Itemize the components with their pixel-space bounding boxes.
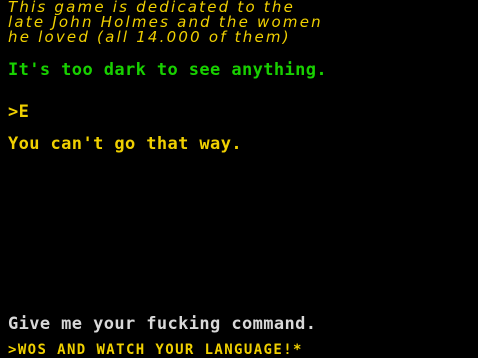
command-input-line[interactable]: >WOS AND WATCH YOUR LANGUAGE!*: [8, 342, 303, 358]
room-description: It's too dark to see anything.: [8, 60, 328, 80]
dedication-line-3: he loved (all 14.000 of them): [8, 28, 291, 46]
game-response: You can't go that way.: [8, 134, 242, 154]
game-screen: This game is dedicated to the late John …: [0, 0, 478, 358]
command-request-text: Give me your fucking command.: [8, 314, 317, 334]
previous-command: >E: [8, 102, 30, 122]
